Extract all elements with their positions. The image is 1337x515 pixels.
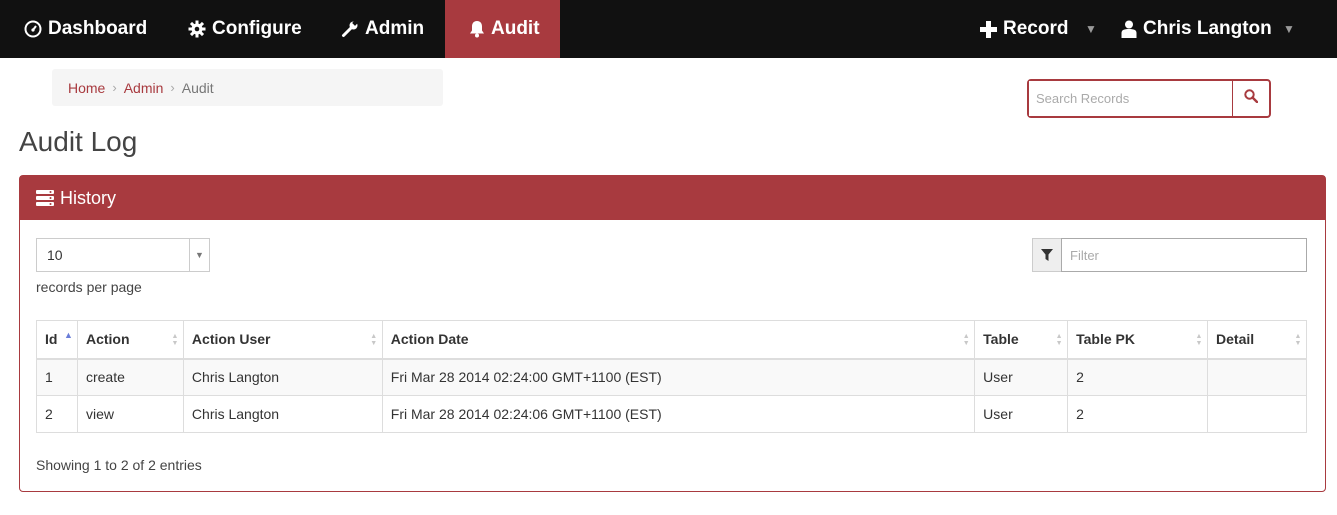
search-box	[1027, 79, 1271, 118]
user-dropdown-caret-icon[interactable]: ▼	[1278, 0, 1300, 58]
breadcrumb-admin[interactable]: Admin	[124, 80, 164, 96]
column-header-label: Table PK	[1076, 331, 1135, 348]
cell-detail	[1207, 358, 1307, 396]
cell-action: view	[76, 395, 184, 433]
history-panel: History 10 ▼ records per page Id ▲ Action…	[19, 175, 1326, 492]
column-header-action-user[interactable]: Action User ▲ ▼	[182, 320, 383, 360]
breadcrumb-separator-icon: ›	[170, 80, 175, 95]
sort-icon: ▲ ▼	[171, 333, 179, 347]
column-header-detail[interactable]: Detail ▲ ▼	[1207, 320, 1307, 360]
table-row[interactable]: 1 create Chris Langton Fri Mar 28 2014 0…	[36, 358, 1307, 396]
table-info: Showing 1 to 2 of 2 entries	[36, 457, 202, 473]
cell-table-pk: 2	[1067, 358, 1209, 396]
chevron-down-icon: ▼	[189, 239, 209, 271]
records-per-page-label: records per page	[36, 279, 142, 295]
sort-icon: ▲ ▼	[1195, 333, 1203, 347]
nav-audit-label: Audit	[491, 18, 540, 39]
top-navbar: Dashboard Configure Admin Audit Record ▼…	[0, 0, 1337, 58]
nav-admin[interactable]: Admin	[341, 0, 424, 58]
search-input[interactable]	[1029, 81, 1233, 116]
column-header-table-pk[interactable]: Table PK ▲ ▼	[1067, 320, 1209, 360]
panel-heading: History	[20, 176, 1325, 220]
cell-table-pk: 2	[1067, 395, 1209, 433]
cell-action-date: Fri Mar 28 2014 02:24:06 GMT+1100 (EST)	[381, 395, 976, 433]
sort-icon: ▲ ▼	[1055, 333, 1063, 347]
sort-icon: ▲ ▼	[962, 333, 970, 347]
sort-icon: ▲ ▼	[370, 333, 378, 347]
search-icon	[1244, 89, 1259, 108]
page-size-select[interactable]: 10 ▼	[36, 238, 210, 272]
column-header-label: Detail	[1216, 331, 1255, 348]
cell-table: User	[974, 395, 1069, 433]
panel-title: History	[60, 187, 117, 208]
page-title: Audit Log	[19, 126, 138, 157]
page-size-value: 10	[47, 247, 63, 263]
filter-group	[1032, 238, 1307, 272]
cell-table: User	[974, 358, 1069, 396]
cell-action: create	[76, 358, 184, 396]
table-row[interactable]: 2 view Chris Langton Fri Mar 28 2014 02:…	[36, 395, 1307, 433]
plus-icon	[980, 20, 997, 38]
cell-id: 2	[36, 395, 78, 433]
breadcrumb: Home › Admin › Audit	[52, 69, 443, 106]
wrench-icon	[341, 20, 359, 38]
gear-icon	[188, 20, 206, 38]
cell-detail	[1207, 395, 1307, 433]
column-header-label: Action	[85, 331, 130, 348]
audit-table: Id ▲ Action ▲ ▼ Action User ▲ ▼ Action Date ▲ ▼…	[36, 320, 1307, 433]
nav-configure-label: Configure	[212, 18, 302, 39]
cell-action-user: Chris Langton	[182, 358, 383, 396]
user-icon	[1121, 20, 1137, 38]
nav-user-menu[interactable]: Chris Langton	[1121, 0, 1272, 58]
column-header-id[interactable]: Id ▲	[36, 320, 78, 360]
column-header-action-date[interactable]: Action Date ▲ ▼	[381, 320, 976, 360]
nav-record[interactable]: Record	[980, 0, 1068, 58]
filter-icon	[1032, 238, 1061, 272]
record-dropdown-caret-icon[interactable]: ▼	[1080, 0, 1102, 58]
nav-record-label: Record	[1003, 18, 1069, 39]
column-header-label: Id	[45, 331, 58, 348]
column-header-table[interactable]: Table ▲ ▼	[974, 320, 1069, 360]
breadcrumb-home[interactable]: Home	[68, 80, 105, 96]
nav-audit[interactable]: Audit	[445, 0, 560, 58]
dashboard-icon	[24, 20, 42, 38]
server-list-icon	[36, 190, 54, 206]
nav-user-label: Chris Langton	[1143, 18, 1272, 39]
table-header-row: Id ▲ Action ▲ ▼ Action User ▲ ▼ Action Date ▲ ▼…	[36, 320, 1307, 360]
breadcrumb-current: Audit	[181, 79, 214, 96]
breadcrumb-separator-icon: ›	[112, 80, 117, 95]
sort-ascending-icon: ▲	[64, 330, 73, 340]
cell-action-date: Fri Mar 28 2014 02:24:00 GMT+1100 (EST)	[381, 358, 976, 396]
nav-dashboard[interactable]: Dashboard	[24, 0, 147, 58]
cell-action-user: Chris Langton	[182, 395, 383, 433]
search-button[interactable]	[1233, 81, 1269, 116]
nav-configure[interactable]: Configure	[188, 0, 302, 58]
nav-admin-label: Admin	[365, 18, 425, 39]
column-header-action[interactable]: Action ▲ ▼	[76, 320, 184, 360]
column-header-label: Action User	[191, 331, 271, 348]
filter-input[interactable]	[1061, 238, 1307, 272]
sort-icon: ▲ ▼	[1294, 333, 1302, 347]
column-header-label: Action Date	[390, 331, 469, 348]
cell-id: 1	[36, 358, 78, 396]
column-header-label: Table	[983, 331, 1019, 348]
nav-dashboard-label: Dashboard	[48, 18, 148, 39]
bell-icon	[469, 20, 485, 38]
